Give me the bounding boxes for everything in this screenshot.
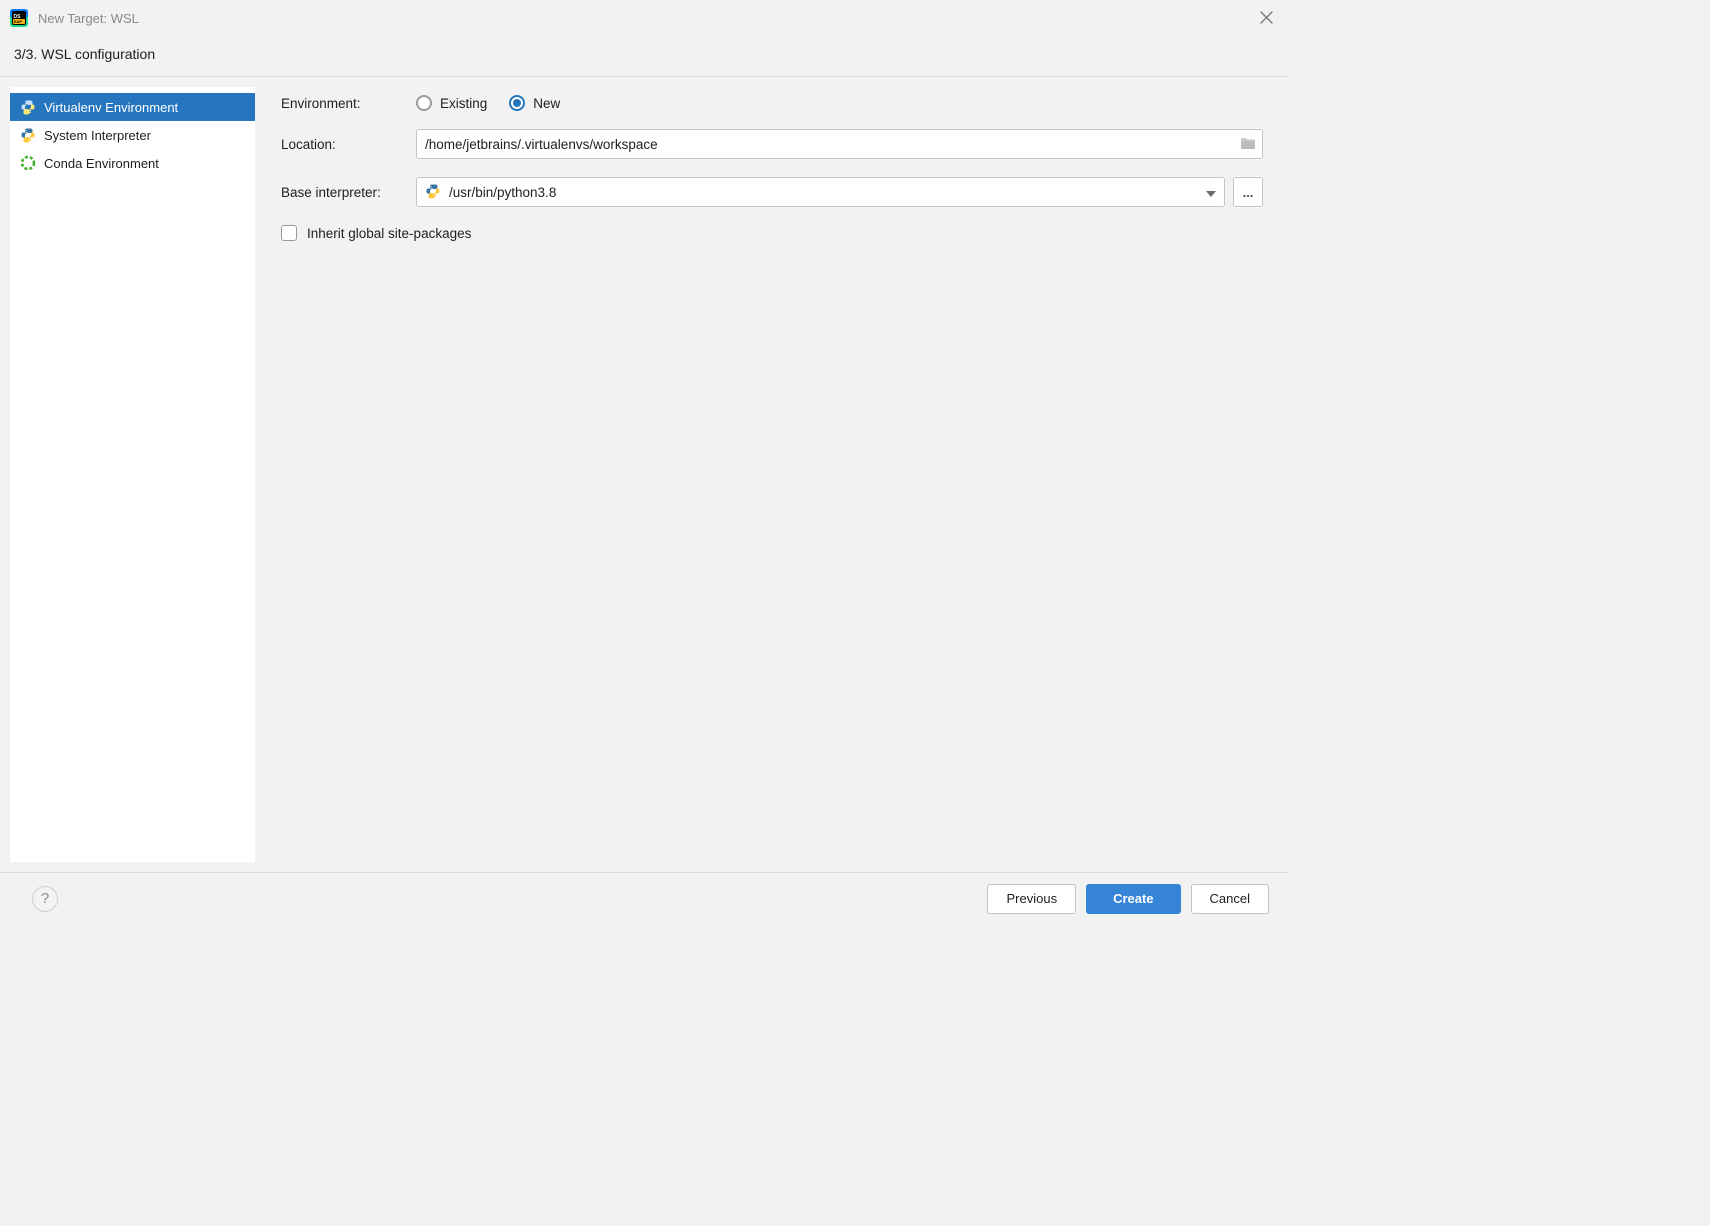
location-row: Location: <box>281 129 1263 159</box>
location-input[interactable] <box>425 130 1234 158</box>
chevron-down-icon <box>1206 185 1216 200</box>
radio-existing[interactable]: Existing <box>416 95 487 111</box>
main-panel: Environment: Existing New Location: <box>255 77 1289 872</box>
step-label: 3/3. WSL configuration <box>0 36 1289 77</box>
base-interpreter-select[interactable]: /usr/bin/python3.8 <box>416 177 1225 207</box>
python-icon <box>20 127 36 143</box>
conda-icon <box>20 155 36 171</box>
base-interpreter-value: /usr/bin/python3.8 <box>449 185 1198 200</box>
content: Virtualenv Environment System Interprete… <box>0 77 1289 872</box>
app-icon: DS EAP <box>10 9 28 27</box>
environment-radios: Existing New <box>416 95 560 111</box>
radio-icon <box>416 95 432 111</box>
svg-text:EAP: EAP <box>14 19 23 24</box>
footer: ? Previous Create Cancel <box>0 872 1289 924</box>
base-interpreter-label: Base interpreter: <box>281 185 416 200</box>
radio-existing-label: Existing <box>440 96 487 111</box>
environment-label: Environment: <box>281 96 416 111</box>
help-button[interactable]: ? <box>32 886 58 912</box>
sidebar: Virtualenv Environment System Interprete… <box>10 87 255 862</box>
base-interpreter-row: Base interpreter: /usr/bin/python3.8 ... <box>281 177 1263 207</box>
previous-button[interactable]: Previous <box>987 884 1076 914</box>
python-icon <box>425 183 441 202</box>
browse-interpreter-button[interactable]: ... <box>1233 177 1263 207</box>
folder-icon[interactable] <box>1234 136 1256 153</box>
inherit-packages-label: Inherit global site-packages <box>307 226 471 241</box>
checkbox-icon <box>281 225 297 241</box>
cancel-button[interactable]: Cancel <box>1191 884 1269 914</box>
python-icon <box>20 99 36 115</box>
inherit-packages-checkbox[interactable]: Inherit global site-packages <box>281 225 1263 241</box>
help-icon: ? <box>41 890 49 907</box>
create-button[interactable]: Create <box>1086 884 1180 914</box>
titlebar: DS EAP New Target: WSL <box>0 0 1289 36</box>
radio-new-label: New <box>533 96 560 111</box>
environment-row: Environment: Existing New <box>281 95 1263 111</box>
sidebar-item-virtualenv[interactable]: Virtualenv Environment <box>10 93 255 121</box>
window-title: New Target: WSL <box>38 11 1254 26</box>
radio-icon <box>509 95 525 111</box>
sidebar-item-label: System Interpreter <box>44 128 151 143</box>
sidebar-item-system-interpreter[interactable]: System Interpreter <box>10 121 255 149</box>
location-label: Location: <box>281 137 416 152</box>
sidebar-item-conda[interactable]: Conda Environment <box>10 149 255 177</box>
location-input-wrap[interactable] <box>416 129 1263 159</box>
ellipsis-icon: ... <box>1243 185 1254 200</box>
sidebar-item-label: Conda Environment <box>44 156 159 171</box>
radio-new[interactable]: New <box>509 95 560 111</box>
close-icon[interactable] <box>1254 6 1279 31</box>
sidebar-item-label: Virtualenv Environment <box>44 100 178 115</box>
